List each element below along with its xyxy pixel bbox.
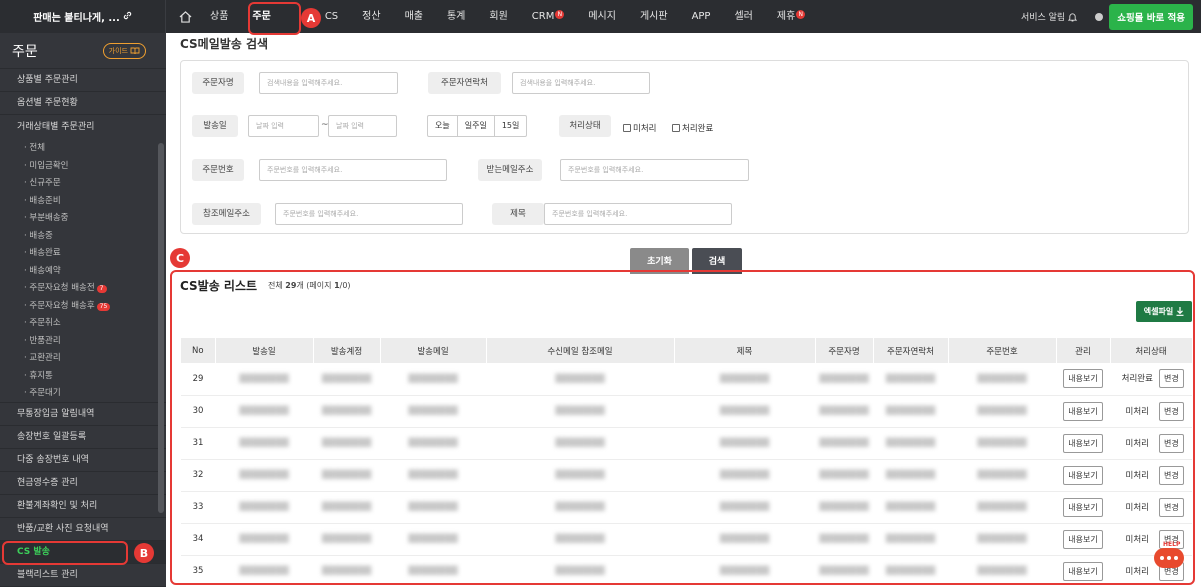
sidebar-item-refund-account[interactable]: 환불계좌확인 및 처리 bbox=[0, 495, 166, 518]
sidebar-sub-new[interactable]: · 신규주문 bbox=[0, 175, 166, 193]
sidebar-sub-waiting[interactable]: · 주문대기 bbox=[0, 385, 166, 403]
nav-item-stats[interactable]: 통계 bbox=[435, 0, 477, 33]
nav-item-sales[interactable]: 매출 bbox=[393, 0, 435, 33]
annotation-marker-a: A bbox=[301, 8, 321, 28]
annotation-box-c bbox=[170, 270, 1195, 585]
brand-name: 판매는 붙티나게, ... bbox=[33, 13, 120, 24]
nav-item-partner[interactable]: 제휴 N bbox=[765, 0, 817, 33]
link-icon[interactable] bbox=[123, 11, 132, 23]
sidebar-item-cash-receipt[interactable]: 현금영수증 관리 bbox=[0, 472, 166, 495]
nav-item-seller[interactable]: 셀러 bbox=[722, 0, 764, 33]
ref-mail-input[interactable]: 주문번호를 입력해주세요. bbox=[275, 203, 463, 225]
annotation-marker-b: B bbox=[134, 543, 154, 563]
status-completed-checkbox[interactable]: 처리완료 bbox=[672, 122, 713, 134]
top-right-area: 서비스 알림 쇼핑몰 바로 적용 bbox=[1021, 0, 1193, 33]
sidebar-item-multi-invoice[interactable]: 다중 송장번호 내역 bbox=[0, 449, 166, 472]
count-badge: 75 bbox=[96, 302, 111, 311]
sidebar-title: 주문 bbox=[12, 43, 38, 60]
sidebar-sub-request-after[interactable]: · 주문자요청 배송후 75 bbox=[0, 298, 166, 316]
new-badge: N bbox=[555, 10, 565, 19]
status-label: 처리상태 bbox=[559, 115, 611, 137]
sidebar-group-status[interactable]: 거래상태별 주문관리 bbox=[0, 115, 166, 140]
status-unprocessed-checkbox[interactable]: 미처리 bbox=[623, 122, 656, 134]
sidebar-sub-return[interactable]: · 반품관리 bbox=[0, 333, 166, 351]
sidebar-header: 주문 가이드 bbox=[0, 33, 166, 69]
help-chat-button[interactable]: HELP bbox=[1149, 538, 1189, 574]
brand-area[interactable]: 판매는 붙티나게, ... bbox=[0, 0, 166, 33]
count-badge: 7 bbox=[96, 285, 107, 293]
nav-item-crm[interactable]: CRM N bbox=[520, 0, 577, 33]
annotation-box-a bbox=[248, 2, 301, 35]
sidebar-item-product-orders[interactable]: 상품별 주문관리 bbox=[0, 69, 166, 92]
nav-item-app[interactable]: APP bbox=[680, 0, 723, 33]
sidebar-sub-unpaid[interactable]: · 미입금확인 bbox=[0, 158, 166, 176]
date-from-input[interactable]: 날짜 입력 bbox=[248, 115, 319, 137]
contact-label: 주문자연락처 bbox=[428, 72, 501, 94]
home-icon[interactable] bbox=[172, 0, 198, 33]
nav-item-message[interactable]: 메시지 bbox=[576, 0, 628, 33]
date-preset-today[interactable]: 오늘 bbox=[428, 116, 458, 136]
nav-item-member[interactable]: 회원 bbox=[477, 0, 519, 33]
book-icon bbox=[130, 47, 140, 54]
nav-item-settlement[interactable]: 정산 bbox=[350, 0, 392, 33]
date-preset-week[interactable]: 일주일 bbox=[458, 116, 495, 136]
sidebar-sub-trash[interactable]: · 휴지통 bbox=[0, 368, 166, 386]
bell-icon bbox=[1068, 12, 1078, 21]
sidebar-sub-exchange[interactable]: · 교환관리 bbox=[0, 350, 166, 368]
ref-mail-label: 참조메일주소 bbox=[192, 203, 261, 225]
sidebar: 주문 가이드 상품별 주문관리 옵션별 주문현황 거래상태별 주문관리 · 전체… bbox=[0, 33, 166, 587]
sidebar-item-photo-request[interactable]: 반품/교환 사진 요청내역 bbox=[0, 518, 166, 541]
sidebar-item-invoice-bulk[interactable]: 송장번호 일괄등록 bbox=[0, 426, 166, 449]
recv-mail-input[interactable]: 주문번호를 입력해주세요. bbox=[560, 159, 749, 181]
sidebar-item-blacklist[interactable]: 블랙리스트 관리 bbox=[0, 564, 166, 587]
contact-input[interactable]: 검색내용을 입력해주세요. bbox=[512, 72, 650, 94]
sidebar-sub-delivered[interactable]: · 배송완료 bbox=[0, 245, 166, 263]
sidebar-scrollbar[interactable] bbox=[158, 143, 164, 513]
search-panel: 주문자명 검색내용을 입력해주세요. 주문자연락처 검색내용을 입력해주세요. … bbox=[180, 60, 1189, 234]
sidebar-sub-cancel[interactable]: · 주문취소 bbox=[0, 315, 166, 333]
toggle-icon[interactable] bbox=[1095, 12, 1104, 21]
sidebar-sub-partial[interactable]: · 부분배송중 bbox=[0, 210, 166, 228]
page-title: CS메일발송 검색 bbox=[180, 37, 269, 51]
nav-item-product[interactable]: 상품 bbox=[198, 0, 240, 33]
sidebar-item-deposit-alarm[interactable]: 무통장입금 알림내역 bbox=[0, 403, 166, 426]
sidebar-sub-shipping[interactable]: · 배송중 bbox=[0, 228, 166, 246]
sidebar-sub-prepare[interactable]: · 배송준비 bbox=[0, 193, 166, 211]
service-alarm[interactable]: 서비스 알림 bbox=[1021, 10, 1078, 23]
top-navigation-bar: 판매는 붙티나게, ... 상품 주문 CS 정산 매출 통계 회원 CRM N … bbox=[0, 0, 1201, 33]
sidebar-sub-all[interactable]: · 전체 bbox=[0, 140, 166, 158]
sidebar-item-option-orders[interactable]: 옵션별 주문현황 bbox=[0, 92, 166, 115]
apply-to-shop-button[interactable]: 쇼핑몰 바로 적용 bbox=[1109, 3, 1193, 30]
sidebar-sub-request-before[interactable]: · 주문자요청 배송전 7 bbox=[0, 280, 166, 298]
recv-mail-label: 받는메일주소 bbox=[478, 159, 542, 181]
orderer-input[interactable]: 검색내용을 입력해주세요. bbox=[259, 72, 398, 94]
send-date-label: 발송일 bbox=[192, 115, 238, 137]
subject-label: 제목 bbox=[492, 203, 544, 225]
help-label: HELP bbox=[1163, 541, 1181, 548]
annotation-marker-c: C bbox=[170, 248, 190, 268]
date-preset-group: 오늘 일주일 15일 bbox=[427, 115, 528, 137]
new-badge: N bbox=[796, 10, 806, 19]
annotation-box-b bbox=[2, 541, 128, 565]
guide-button[interactable]: 가이드 bbox=[102, 42, 146, 59]
order-no-label: 주문번호 bbox=[192, 159, 244, 181]
sidebar-sub-reserved[interactable]: · 배송예약 bbox=[0, 263, 166, 281]
subject-input[interactable]: 주문번호를 입력해주세요. bbox=[544, 203, 732, 225]
date-to-input[interactable]: 날짜 입력 bbox=[328, 115, 397, 137]
nav-item-board[interactable]: 게시판 bbox=[628, 0, 680, 33]
order-no-input[interactable]: 주문번호를 입력해주세요. bbox=[259, 159, 447, 181]
orderer-label: 주문자명 bbox=[192, 72, 244, 94]
date-preset-15days[interactable]: 15일 bbox=[495, 116, 527, 136]
